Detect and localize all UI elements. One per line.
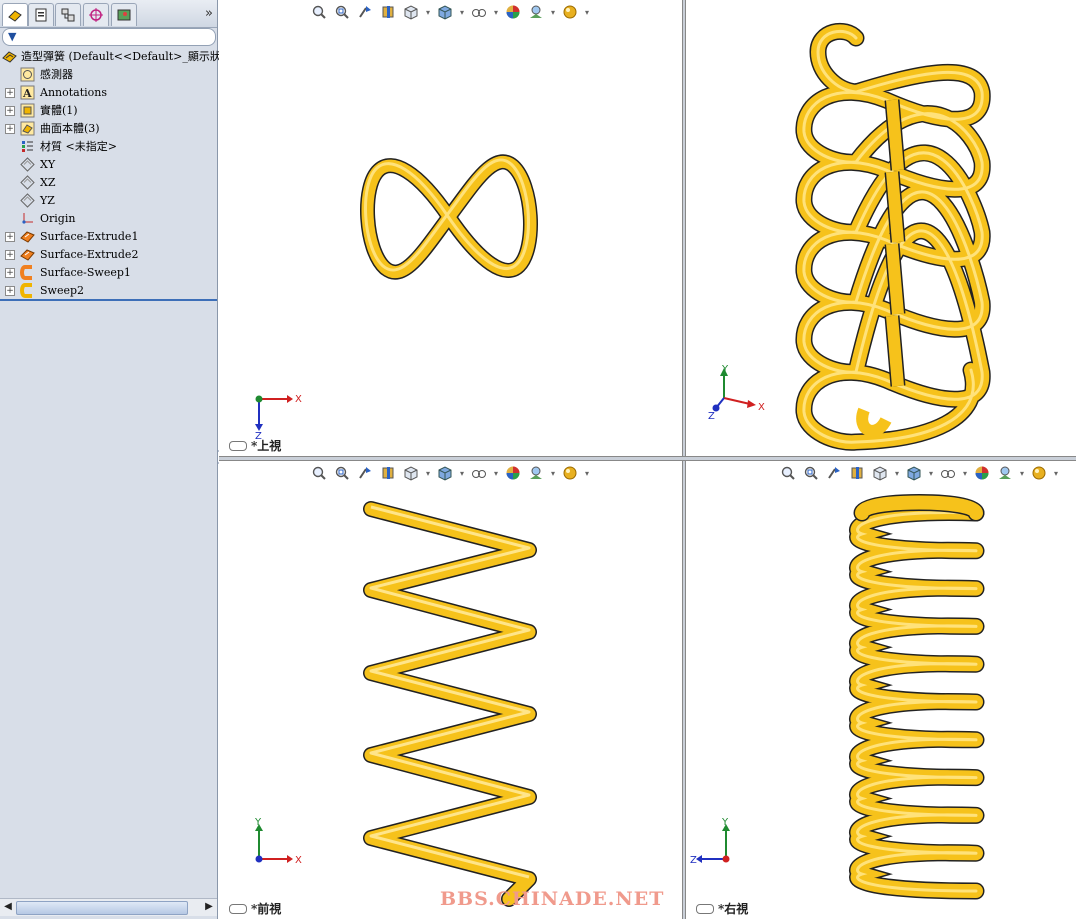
axis-z-label: Z <box>708 411 715 422</box>
viewport-isometric[interactable]: Y X Z <box>686 0 1076 456</box>
tree-item-label: Surface-Sweep1 <box>40 266 131 279</box>
axis-y-label: Y <box>721 364 729 375</box>
sensor-icon <box>20 67 35 82</box>
axis-triad: Y X <box>254 817 302 866</box>
material-icon <box>20 139 35 154</box>
plane-icon <box>20 175 35 190</box>
tab-display-manager[interactable] <box>111 3 137 26</box>
view-label-right: *右視 <box>696 900 748 917</box>
axis-triad: Y Z <box>690 817 730 866</box>
tree-item[interactable]: + Surface-Sweep1 <box>0 264 217 282</box>
tree-item-label: Surface-Extrude1 <box>40 230 139 243</box>
link-views-icon[interactable] <box>229 440 247 451</box>
link-views-icon[interactable] <box>229 903 247 914</box>
tree-item-label: Annotations <box>40 86 108 99</box>
tree-item-label: 實體(1) <box>40 104 78 117</box>
axis-x-label: X <box>295 394 302 405</box>
plane-icon <box>20 193 35 208</box>
surface-bodies-icon <box>20 121 35 136</box>
axis-x-label: X <box>758 402 765 413</box>
scrollbar-thumb[interactable] <box>16 901 188 915</box>
scroll-right-arrow-icon[interactable]: ▶ <box>202 900 216 914</box>
configuration-manager-icon <box>61 8 75 22</box>
tab-property-manager[interactable] <box>28 3 54 26</box>
expand-toggle-icon[interactable]: + <box>5 124 15 134</box>
tree-item-label: XY <box>40 158 56 171</box>
axis-x-label: X <box>295 855 302 866</box>
tree-item-label: 曲面本體(3) <box>40 122 100 135</box>
tree-item[interactable]: + 曲面本體(3) <box>0 120 217 138</box>
surface-extrude-icon <box>20 247 35 262</box>
origin-icon <box>20 211 35 226</box>
tree-item-label: YZ <box>40 194 55 207</box>
feature-manager-icon <box>8 10 22 22</box>
surface-sweep-icon <box>20 265 35 280</box>
expand-toggle-icon[interactable]: + <box>5 250 15 260</box>
axis-triad: Y X Z <box>708 364 765 422</box>
axis-z-label: Z <box>690 855 697 866</box>
viewport-top[interactable]: ▾ ▾ ▾ ▾ ▾ X Z *上視 <box>219 0 682 456</box>
tree-item[interactable]: 材質 <未指定> <box>0 138 217 156</box>
feature-manager-panel: » ▼ 造型彈簧 (Default<<Default>_顯示狀態 感測器 + A An… <box>0 0 232 919</box>
tree-item[interactable]: + Surface-Extrude1 <box>0 228 217 246</box>
dimxpert-icon <box>89 8 103 22</box>
expand-toggle-icon[interactable]: + <box>5 286 15 296</box>
axis-triad: X Z <box>255 394 302 440</box>
viewport-right[interactable]: ▾ ▾ ▾ ▾ ▾ Y Z *右視 <box>686 461 1076 919</box>
display-manager-icon <box>117 9 131 21</box>
tree-item-label: Sweep2 <box>40 284 85 297</box>
viewport-front[interactable]: ▾ ▾ ▾ ▾ ▾ Y X *前視 <box>219 461 682 919</box>
tree-item-label: 材質 <未指定> <box>40 140 117 153</box>
viewport-horizontal-splitter[interactable] <box>219 456 1076 461</box>
tree-item[interactable]: YZ <box>0 192 217 210</box>
property-manager-icon <box>35 8 47 22</box>
tree-item[interactable]: Origin <box>0 210 217 228</box>
view-label-front: *前視 <box>229 900 281 917</box>
tab-feature-manager[interactable] <box>2 3 28 26</box>
sweep-icon <box>20 283 35 298</box>
expand-toggle-icon[interactable]: + <box>5 106 15 116</box>
view-label-top: *上視 <box>229 437 281 454</box>
tree-item-label: XZ <box>40 176 56 189</box>
expand-toggle-icon[interactable]: + <box>5 268 15 278</box>
tree-item[interactable]: 感測器 <box>0 66 217 84</box>
tab-dimxpert-manager[interactable] <box>83 3 109 26</box>
solid-bodies-icon <box>20 103 35 118</box>
tree-filter[interactable]: ▼ <box>2 28 216 46</box>
tree-item-label: Origin <box>40 212 76 225</box>
tree-item-label: Surface-Extrude2 <box>40 248 139 261</box>
expand-toggle-icon[interactable]: + <box>5 232 15 242</box>
panel-tabs: » <box>0 0 217 28</box>
expand-toggle-icon[interactable]: + <box>5 88 15 98</box>
tree-item[interactable]: XZ <box>0 174 217 192</box>
horizontal-scrollbar[interactable]: ◀ ▶ <box>0 898 217 916</box>
axis-y-label: Y <box>254 817 262 828</box>
tree-item[interactable]: XY <box>0 156 217 174</box>
tree-item[interactable]: + Surface-Extrude2 <box>0 246 217 264</box>
tree-item[interactable]: + Sweep2 <box>0 282 217 300</box>
tree-item[interactable]: + A Annotations <box>0 84 217 102</box>
tab-configuration-manager[interactable] <box>55 3 81 26</box>
surface-extrude-icon <box>20 229 35 244</box>
filter-icon: ▼ <box>8 30 17 43</box>
tree-rollback-bar[interactable] <box>0 299 217 301</box>
watermark: BBS.CHINADE.NET <box>440 888 665 910</box>
plane-icon <box>20 157 35 172</box>
tree-root[interactable]: 造型彈簧 (Default<<Default>_顯示狀態 <box>0 48 232 66</box>
tree-root-label: 造型彈簧 (Default<<Default>_顯示狀態 <box>21 50 232 63</box>
tree-item[interactable]: + 實體(1) <box>0 102 217 120</box>
link-views-icon[interactable] <box>696 903 714 914</box>
chevron-expand-icon[interactable]: » <box>205 6 213 21</box>
axis-y-label: Y <box>721 817 729 828</box>
scroll-left-arrow-icon[interactable]: ◀ <box>1 900 15 914</box>
svg-text:A: A <box>22 87 32 100</box>
annotations-icon: A <box>20 85 35 100</box>
part-icon <box>2 49 17 64</box>
tree-item-label: 感測器 <box>40 68 73 81</box>
